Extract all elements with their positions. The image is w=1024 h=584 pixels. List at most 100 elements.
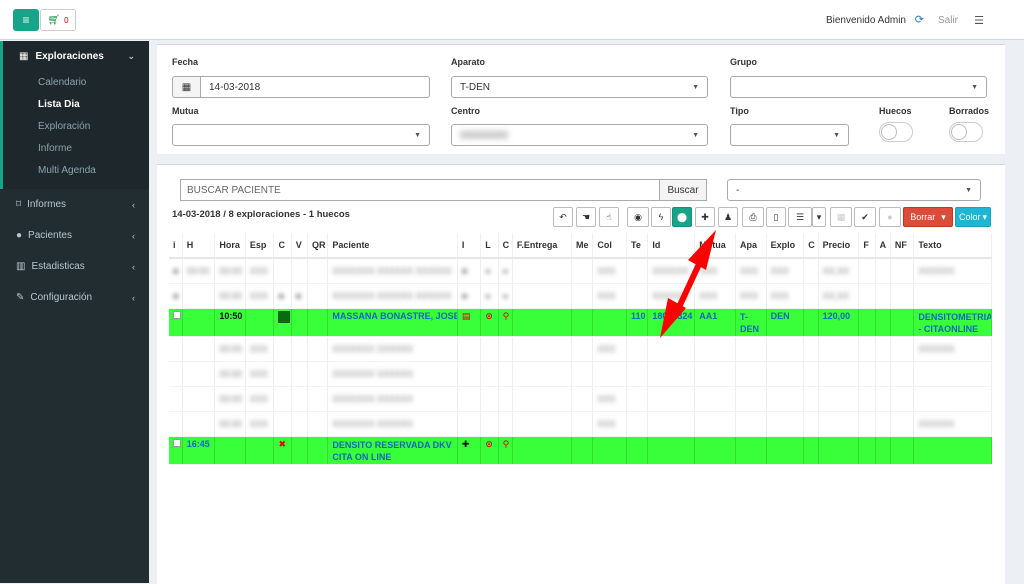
mutua-select[interactable]: ▼	[172, 124, 430, 146]
row-paciente[interactable]: MASSANA BONASTRE, JOSEP	[328, 308, 457, 336]
column-header[interactable]: Paciente	[328, 233, 457, 258]
column-header[interactable]: H	[182, 233, 215, 258]
table-row-blurred[interactable]: 00:00XXXXXXXXXX XXXXXXXXXXXXXXX	[169, 336, 992, 361]
circle-icon: ●	[887, 212, 892, 222]
column-header[interactable]: Col	[593, 233, 627, 258]
column-header[interactable]: Me	[571, 233, 592, 258]
column-header[interactable]: C	[274, 233, 291, 258]
document-icon[interactable]: ▤	[462, 311, 471, 321]
sidebar-subitem-multi-agenda[interactable]: Multi Agenda	[3, 159, 149, 181]
column-header[interactable]: A	[875, 233, 890, 258]
calculator-tool-button[interactable]: ▦	[830, 207, 852, 227]
table-row-blurred[interactable]: 00:00XXXXXXXXXX XXXXXXXXXXXXXXX	[169, 411, 992, 436]
mobile-tool-button[interactable]: ▯	[766, 207, 786, 227]
thumbs-up-tool-button[interactable]: ☝	[599, 207, 619, 227]
borrar-button[interactable]: Borrar▾	[903, 207, 953, 227]
column-header[interactable]: Hora	[215, 233, 246, 258]
column-header[interactable]: C	[804, 233, 818, 258]
table-row-blurred[interactable]: ■00:0000:00XXXXXXXXXX XXXXXX XXXXXX■●●XX…	[169, 258, 992, 283]
column-header[interactable]: F	[859, 233, 875, 258]
column-header[interactable]: Te	[627, 233, 648, 258]
plus-icon[interactable]: ✚	[457, 436, 480, 464]
print-tool-button[interactable]: ⎙	[742, 207, 764, 227]
column-header[interactable]: Id	[648, 233, 695, 258]
list-menu-icon[interactable]: ☰	[974, 14, 984, 27]
status-square-icon	[278, 311, 290, 323]
table-row-blurred[interactable]: ■00:00XXX■■XXXXXXX XXXXXX XXXXXX■●●XXXXX…	[169, 283, 992, 308]
column-header[interactable]: i	[169, 233, 182, 258]
record-tool-button[interactable]: ●	[879, 207, 901, 227]
undo-icon: ↶	[559, 212, 567, 223]
centro-select[interactable]: ▼	[451, 124, 708, 146]
aparato-select[interactable]: T-DEN▼	[451, 76, 708, 98]
search-patient-input[interactable]: BUSCAR PACIENTE	[180, 179, 660, 201]
caret-down-icon: ▼	[965, 187, 972, 194]
cart-button[interactable]: 🛒︎0	[40, 9, 76, 31]
huecos-toggle[interactable]	[879, 122, 913, 142]
column-header[interactable]: Esp	[245, 233, 274, 258]
user-tool-button[interactable]: ♟	[718, 207, 738, 227]
column-header[interactable]: Mutua	[695, 233, 736, 258]
color-button[interactable]: Color▾	[955, 207, 991, 227]
table-row-blurred[interactable]: 00:00XXXXXXXXXX XXXXXXXXX	[169, 386, 992, 411]
row-te: 110	[627, 308, 648, 336]
color-label: Color	[959, 212, 981, 222]
sidebar-subitem-informe[interactable]: Informe	[3, 137, 149, 159]
check-tool-button[interactable]: ✔	[854, 207, 876, 227]
sidebar-item-label: Pacientes	[28, 230, 72, 241]
column-header[interactable]: L	[481, 233, 498, 258]
sidebar-item-exploraciones[interactable]: ▦Exploraciones⌄	[3, 41, 149, 71]
column-header[interactable]: V	[291, 233, 307, 258]
column-header[interactable]: Apa	[736, 233, 767, 258]
sidebar-subitem-lista-dia[interactable]: Lista Dia	[3, 93, 149, 115]
column-header[interactable]: Precio	[818, 233, 859, 258]
sidebar-item-pacientes[interactable]: ●Pacientes‹	[0, 220, 149, 251]
hand-tool-button[interactable]: ☚	[576, 207, 596, 227]
user-icon: ♟	[724, 212, 732, 223]
table-row-blurred[interactable]: 00:00XXXXXXXXXX XXXXXX	[169, 361, 992, 386]
row-checkbox[interactable]	[173, 439, 181, 447]
column-header[interactable]: I	[457, 233, 480, 258]
search-button[interactable]: Buscar	[659, 179, 707, 201]
flash-tool-button[interactable]: ϟ	[651, 207, 671, 227]
aparato-label: Aparato	[451, 57, 485, 67]
table-row[interactable]: 16:45 ✖ DENSITO RESERVADA DKV CITA ON LI…	[169, 436, 992, 464]
target-tool-button[interactable]: ◉	[627, 207, 649, 227]
column-header[interactable]: QR	[308, 233, 328, 258]
caret-down-icon: ▼	[692, 84, 699, 91]
mutua-label: Mutua	[172, 106, 199, 116]
list-view-dropdown[interactable]: ▾	[812, 207, 826, 227]
column-header[interactable]: C	[498, 233, 512, 258]
exploraciones-table: i H Hora Esp C V QR Paciente I L C F.Ent…	[169, 233, 992, 465]
mobile-icon: ▯	[774, 212, 779, 223]
location-tool-button[interactable]: ⬤	[672, 207, 692, 227]
column-header[interactable]: NF	[890, 233, 913, 258]
tipo-label: Tipo	[730, 106, 749, 116]
sidebar-item-informes[interactable]: ⌑Informes‹	[0, 189, 149, 220]
sidebar-subitem-exploracion[interactable]: Exploración	[3, 115, 149, 137]
row-checkbox[interactable]	[173, 311, 181, 319]
logout-link[interactable]: Salir	[938, 15, 958, 26]
sidebar-subitem-calendario[interactable]: Calendario	[3, 71, 149, 93]
add-tool-button[interactable]: ✚	[695, 207, 715, 227]
row-paciente[interactable]: DENSITO RESERVADA DKV CITA ON LINE	[328, 436, 457, 464]
tipo-select[interactable]: ▼	[730, 124, 849, 146]
table-row[interactable]: 10:50 MASSANA BONASTRE, JOSEP ▤ ⊙ ⚲ 110 …	[169, 308, 992, 336]
column-header[interactable]: Explo	[766, 233, 804, 258]
sidebar-item-configuracion[interactable]: ✎Configuración‹	[0, 282, 149, 313]
list-view-tool-button[interactable]: ☰	[788, 207, 812, 227]
user-icon: ●	[16, 230, 22, 241]
fecha-input[interactable]: 14-03-2018	[200, 76, 430, 98]
borrados-toggle[interactable]	[949, 122, 983, 142]
column-header[interactable]: F.Entrega	[512, 233, 571, 258]
check-icon: ✔	[861, 212, 869, 223]
column-header[interactable]: Texto	[914, 233, 992, 258]
sidebar-item-estadisticas[interactable]: ▥Estadisticas‹	[0, 251, 149, 282]
filter-select[interactable]: -▼	[727, 179, 981, 201]
menu-toggle-button[interactable]: ≡	[13, 9, 39, 31]
caret-down-icon: ▾	[817, 212, 822, 223]
undo-tool-button[interactable]: ↶	[553, 207, 573, 227]
calendar-icon[interactable]: ▦	[172, 76, 200, 98]
refresh-icon[interactable]: ⟳	[915, 13, 924, 26]
grupo-select[interactable]: ▼	[730, 76, 987, 98]
